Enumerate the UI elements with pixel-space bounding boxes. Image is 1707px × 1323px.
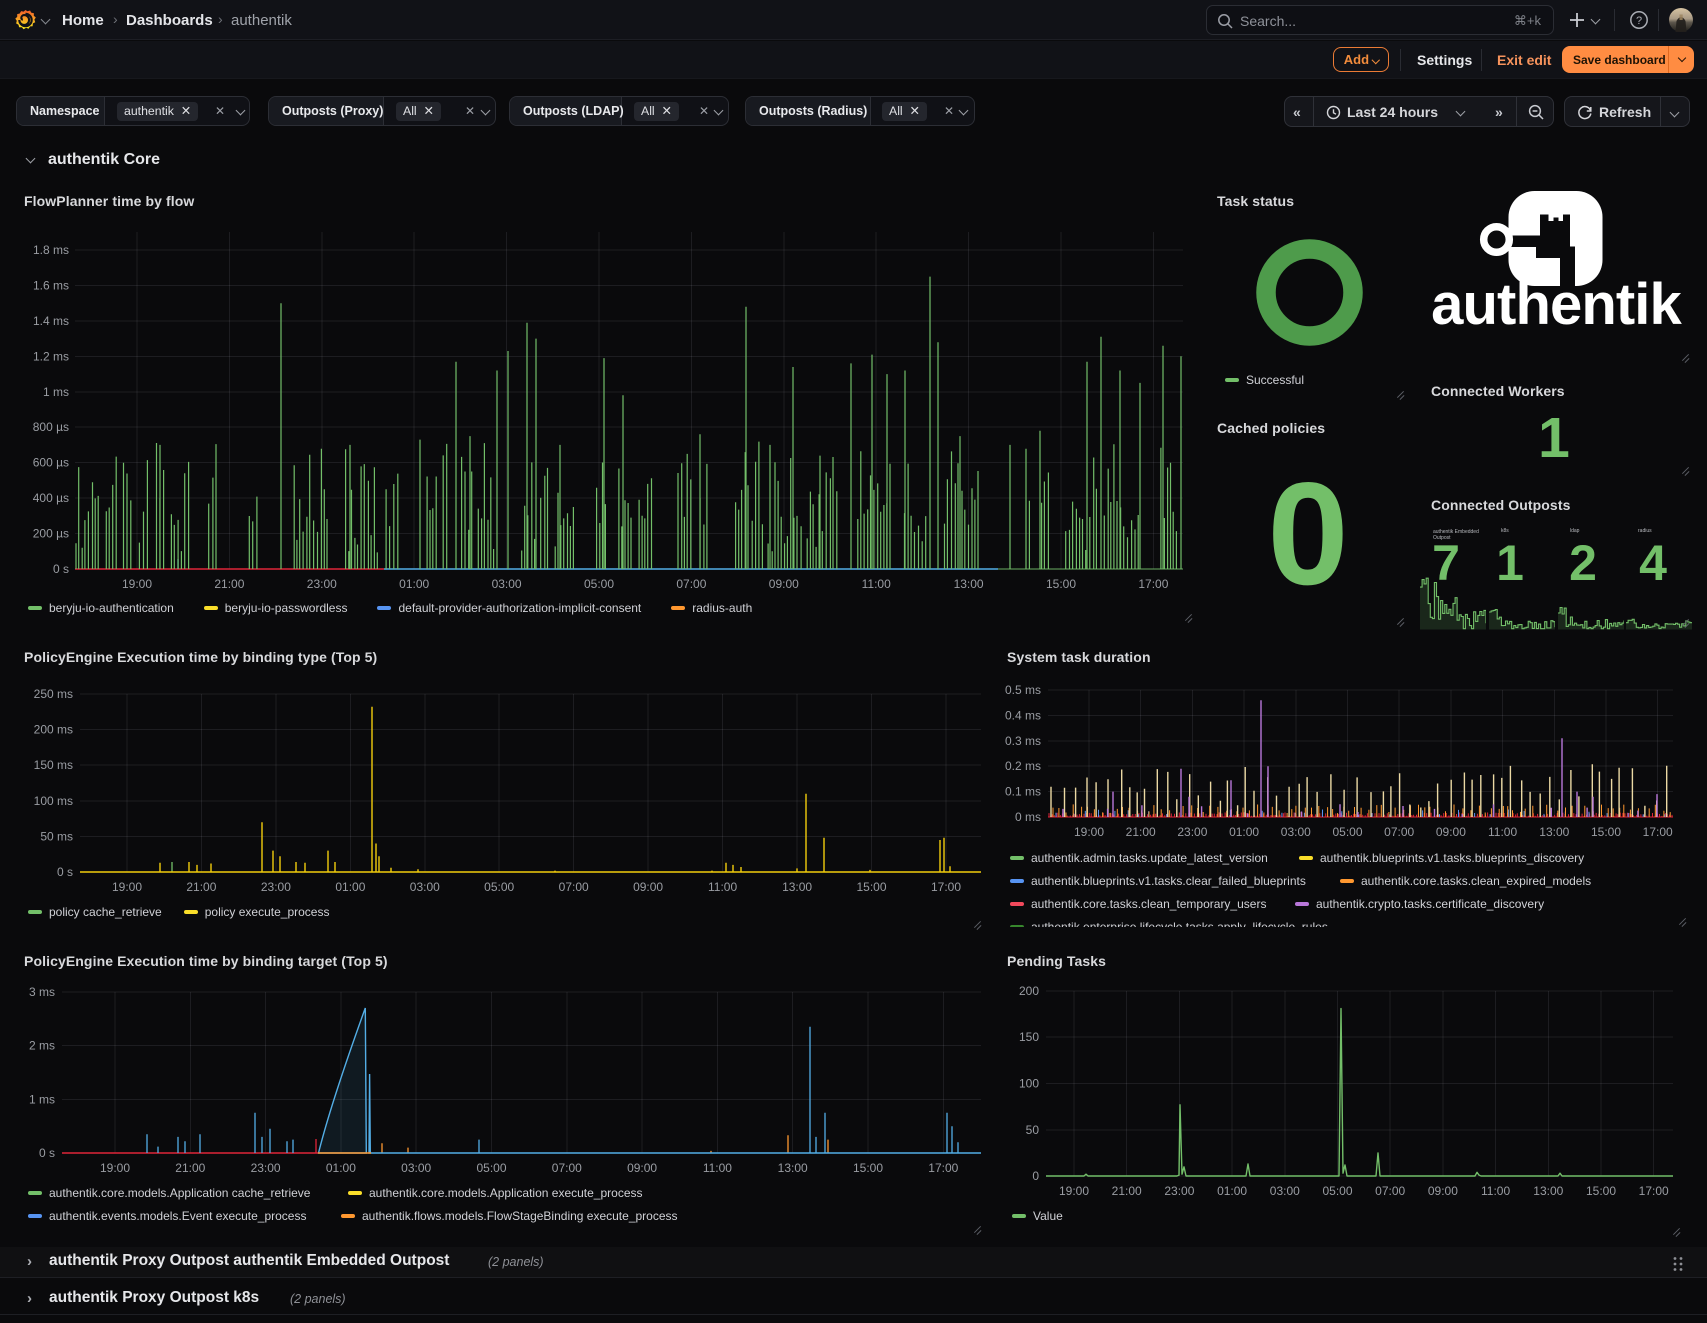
svg-text:13:00: 13:00 bbox=[778, 1161, 808, 1175]
svg-text:100: 100 bbox=[1019, 1077, 1039, 1091]
svg-text:21:00: 21:00 bbox=[1112, 1184, 1142, 1198]
svg-text:23:00: 23:00 bbox=[307, 577, 337, 591]
svg-text:?: ? bbox=[1636, 15, 1642, 27]
svg-text:15:00: 15:00 bbox=[1586, 1184, 1616, 1198]
svg-text:01:00: 01:00 bbox=[1217, 1184, 1247, 1198]
svg-text:19:00: 19:00 bbox=[112, 880, 142, 894]
svg-text:11:00: 11:00 bbox=[1481, 1184, 1510, 1198]
svg-text:05:00: 05:00 bbox=[484, 880, 514, 894]
svg-text:07:00: 07:00 bbox=[552, 1161, 582, 1175]
svg-text:0 s: 0 s bbox=[39, 1146, 55, 1160]
svg-text:0: 0 bbox=[1032, 1169, 1039, 1183]
svg-text:11:00: 11:00 bbox=[1488, 825, 1517, 839]
svg-text:03:00: 03:00 bbox=[410, 880, 440, 894]
svg-text:0.1 ms: 0.1 ms bbox=[1005, 785, 1041, 799]
svg-text:1 ms: 1 ms bbox=[43, 385, 69, 399]
svg-text:11:00: 11:00 bbox=[862, 577, 891, 591]
svg-text:17:00: 17:00 bbox=[928, 1161, 958, 1175]
svg-text:07:00: 07:00 bbox=[559, 880, 589, 894]
svg-text:21:00: 21:00 bbox=[1126, 825, 1156, 839]
svg-text:21:00: 21:00 bbox=[214, 577, 244, 591]
svg-text:600 µs: 600 µs bbox=[33, 456, 69, 470]
svg-text:0 ms: 0 ms bbox=[1015, 810, 1041, 824]
svg-text:19:00: 19:00 bbox=[122, 577, 152, 591]
svg-text:09:00: 09:00 bbox=[769, 577, 799, 591]
svg-text:19:00: 19:00 bbox=[1074, 825, 1104, 839]
svg-text:07:00: 07:00 bbox=[1384, 825, 1414, 839]
svg-text:100 ms: 100 ms bbox=[34, 794, 73, 808]
svg-text:13:00: 13:00 bbox=[954, 577, 984, 591]
svg-text:23:00: 23:00 bbox=[1164, 1184, 1194, 1198]
svg-text:19:00: 19:00 bbox=[100, 1161, 130, 1175]
svg-text:15:00: 15:00 bbox=[1046, 577, 1076, 591]
svg-text:11:00: 11:00 bbox=[708, 880, 737, 894]
svg-text:01:00: 01:00 bbox=[1229, 825, 1259, 839]
svg-text:200: 200 bbox=[1019, 984, 1039, 998]
svg-text:50 ms: 50 ms bbox=[40, 829, 73, 843]
svg-text:1.2 ms: 1.2 ms bbox=[33, 349, 69, 363]
svg-text:3 ms: 3 ms bbox=[29, 985, 55, 999]
svg-text:11:00: 11:00 bbox=[703, 1161, 732, 1175]
svg-text:01:00: 01:00 bbox=[399, 577, 429, 591]
svg-text:23:00: 23:00 bbox=[1177, 825, 1207, 839]
svg-text:17:00: 17:00 bbox=[1639, 1184, 1669, 1198]
svg-text:13:00: 13:00 bbox=[1539, 825, 1569, 839]
svg-text:01:00: 01:00 bbox=[326, 1161, 356, 1175]
svg-text:1.4 ms: 1.4 ms bbox=[33, 314, 69, 328]
svg-text:1.8 ms: 1.8 ms bbox=[33, 243, 69, 257]
svg-text:200 µs: 200 µs bbox=[33, 527, 69, 541]
svg-text:23:00: 23:00 bbox=[251, 1161, 281, 1175]
svg-text:1.6 ms: 1.6 ms bbox=[33, 278, 69, 292]
svg-text:0.4 ms: 0.4 ms bbox=[1005, 708, 1041, 722]
svg-text:05:00: 05:00 bbox=[476, 1161, 506, 1175]
svg-text:15:00: 15:00 bbox=[853, 1161, 883, 1175]
svg-text:03:00: 03:00 bbox=[1270, 1184, 1300, 1198]
svg-text:1 ms: 1 ms bbox=[29, 1092, 55, 1106]
svg-text:0.3 ms: 0.3 ms bbox=[1005, 734, 1041, 748]
svg-text:0.5 ms: 0.5 ms bbox=[1005, 683, 1041, 697]
svg-text:13:00: 13:00 bbox=[782, 880, 812, 894]
svg-text:15:00: 15:00 bbox=[856, 880, 886, 894]
svg-text:17:00: 17:00 bbox=[1138, 577, 1168, 591]
svg-text:05:00: 05:00 bbox=[1322, 1184, 1352, 1198]
svg-text:09:00: 09:00 bbox=[1428, 1184, 1458, 1198]
svg-text:03:00: 03:00 bbox=[401, 1161, 431, 1175]
svg-text:2 ms: 2 ms bbox=[29, 1039, 55, 1053]
svg-text:15:00: 15:00 bbox=[1591, 825, 1621, 839]
svg-text:13:00: 13:00 bbox=[1533, 1184, 1563, 1198]
svg-text:03:00: 03:00 bbox=[1281, 825, 1311, 839]
svg-text:17:00: 17:00 bbox=[931, 880, 961, 894]
svg-text:50: 50 bbox=[1026, 1123, 1040, 1137]
svg-text:400 µs: 400 µs bbox=[33, 491, 69, 505]
svg-text:0 s: 0 s bbox=[53, 562, 69, 576]
svg-text:07:00: 07:00 bbox=[1375, 1184, 1405, 1198]
svg-text:21:00: 21:00 bbox=[186, 880, 216, 894]
svg-text:01:00: 01:00 bbox=[335, 880, 365, 894]
svg-text:150 ms: 150 ms bbox=[34, 758, 73, 772]
svg-text:09:00: 09:00 bbox=[1436, 825, 1466, 839]
svg-text:800 µs: 800 µs bbox=[33, 420, 69, 434]
svg-text:09:00: 09:00 bbox=[627, 1161, 657, 1175]
svg-text:200 ms: 200 ms bbox=[34, 723, 73, 737]
svg-text:250 ms: 250 ms bbox=[34, 687, 73, 701]
svg-text:05:00: 05:00 bbox=[584, 577, 614, 591]
svg-text:23:00: 23:00 bbox=[261, 880, 291, 894]
svg-text:03:00: 03:00 bbox=[492, 577, 522, 591]
svg-text:0 s: 0 s bbox=[57, 865, 73, 879]
svg-text:07:00: 07:00 bbox=[676, 577, 706, 591]
svg-text:21:00: 21:00 bbox=[175, 1161, 205, 1175]
svg-text:09:00: 09:00 bbox=[633, 880, 663, 894]
svg-text:19:00: 19:00 bbox=[1059, 1184, 1089, 1198]
svg-text:0.2 ms: 0.2 ms bbox=[1005, 759, 1041, 773]
svg-text:17:00: 17:00 bbox=[1643, 825, 1673, 839]
svg-text:05:00: 05:00 bbox=[1332, 825, 1362, 839]
svg-text:150: 150 bbox=[1019, 1030, 1039, 1044]
